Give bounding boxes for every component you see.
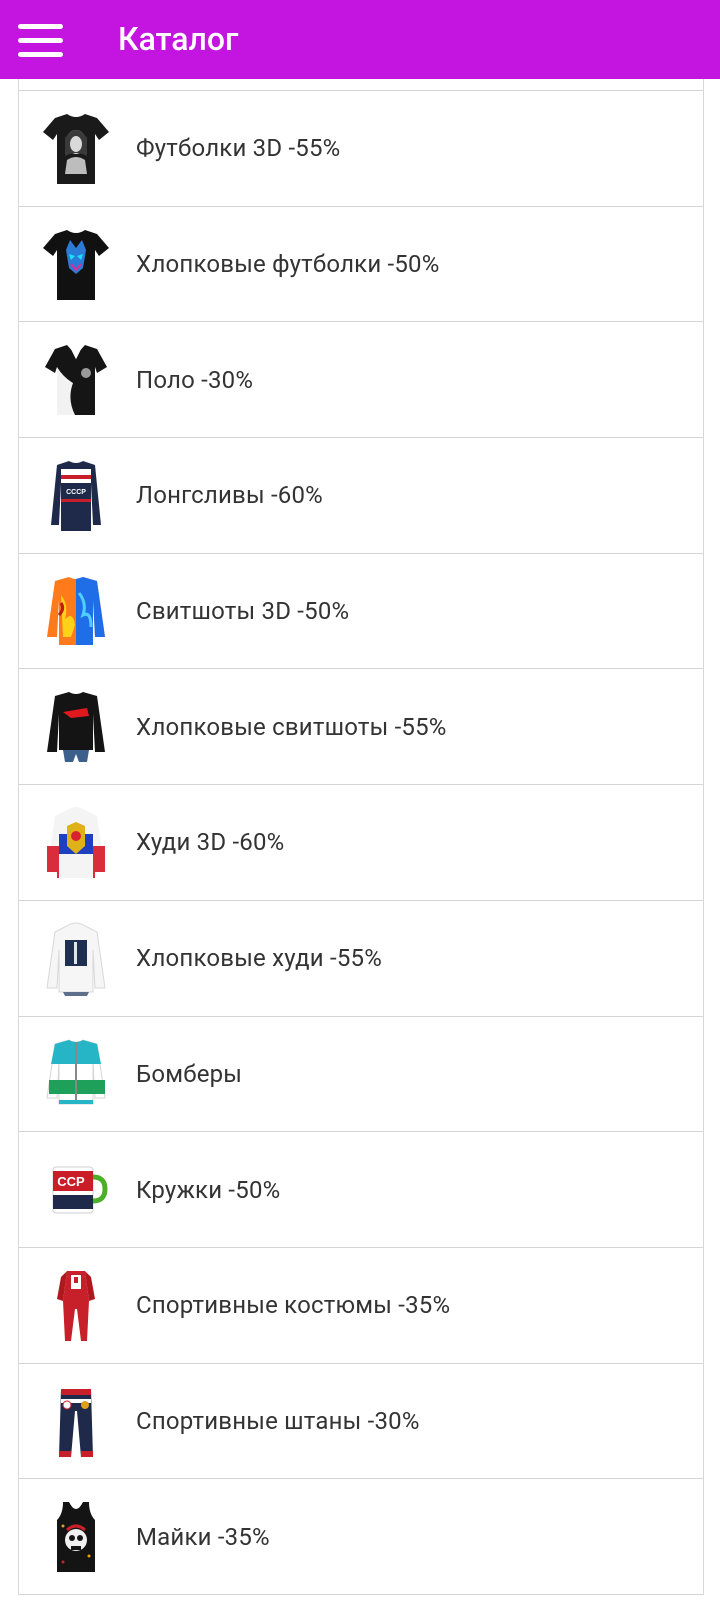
cotton-hoodie-thumbnail: [41, 922, 111, 996]
cotton-tshirt-thumbnail: [41, 228, 111, 302]
catalog-item-label: Майки -35%: [136, 1522, 270, 1551]
cotton-sweatshirt-thumbnail: [41, 690, 111, 764]
catalog-item-cotton-sweatshirts[interactable]: Хлопковые свитшоты -55%: [19, 669, 703, 786]
hamburger-menu-icon[interactable]: [18, 24, 63, 58]
catalog-list: Футболки 3D -55% Хлопковые футболки -50%…: [18, 79, 704, 1595]
catalog-item-polo[interactable]: Поло -30%: [19, 322, 703, 439]
tshirt-3d-thumbnail: [41, 112, 111, 186]
catalog-item-label: Хлопковые худи -55%: [136, 944, 382, 973]
bomber-thumbnail: [41, 1038, 111, 1112]
catalog-item-sweatpants[interactable]: Спортивные штаны -30%: [19, 1364, 703, 1480]
catalog-item-bombers[interactable]: Бомберы: [19, 1017, 703, 1133]
catalog-item-tracksuits[interactable]: Спортивные костюмы -35%: [19, 1248, 703, 1364]
mug-thumbnail: CCP: [41, 1153, 111, 1227]
catalog-item-label: Кружки -50%: [136, 1175, 281, 1204]
catalog-item-longsleeves[interactable]: CCCP Лонгсливы -60%: [19, 438, 703, 554]
catalog-item-label: Поло -30%: [136, 365, 254, 394]
catalog-item-tank-tops[interactable]: Майки -35%: [19, 1479, 703, 1595]
catalog-item-cotton-hoodies[interactable]: Хлопковые худи -55%: [19, 901, 703, 1017]
sweatshirt-3d-thumbnail: [41, 575, 111, 649]
hoodie-3d-thumbnail: [41, 806, 111, 880]
catalog-item-label: Лонгсливы -60%: [136, 481, 323, 510]
catalog-item-label: Спортивные штаны -30%: [136, 1406, 420, 1435]
catalog-item-label: Худи 3D -60%: [136, 828, 285, 857]
tracksuit-thumbnail: [41, 1269, 111, 1343]
catalog-item-cotton-tshirts[interactable]: Хлопковые футболки -50%: [19, 207, 703, 323]
svg-text:CCCP: CCCP: [66, 489, 86, 496]
catalog-item-label: Бомберы: [136, 1059, 243, 1088]
polo-thumbnail: [41, 343, 111, 417]
catalog-item-sweatshirts-3d[interactable]: Свитшоты 3D -50%: [19, 554, 703, 670]
catalog-item-label: Хлопковые футболки -50%: [136, 250, 440, 279]
catalog-item-label: Хлопковые свитшоты -55%: [136, 712, 447, 741]
longsleeve-thumbnail: CCCP: [41, 459, 111, 533]
svg-text:CCP: CCP: [57, 1174, 85, 1189]
catalog-item-label: Спортивные костюмы -35%: [136, 1291, 451, 1320]
catalog-item-tshirts-3d[interactable]: Футболки 3D -55%: [19, 91, 703, 207]
list-top-edge: [19, 79, 703, 91]
app-bar: Каталог: [0, 0, 720, 79]
sweatpants-thumbnail: [41, 1385, 111, 1459]
page-title: Каталог: [118, 20, 239, 58]
tank-top-thumbnail: [41, 1500, 111, 1574]
catalog-item-label: Футболки 3D -55%: [136, 134, 341, 163]
catalog-item-mugs[interactable]: CCP Кружки -50%: [19, 1132, 703, 1248]
catalog-item-label: Свитшоты 3D -50%: [136, 597, 350, 626]
catalog-item-hoodies-3d[interactable]: Худи 3D -60%: [19, 785, 703, 901]
